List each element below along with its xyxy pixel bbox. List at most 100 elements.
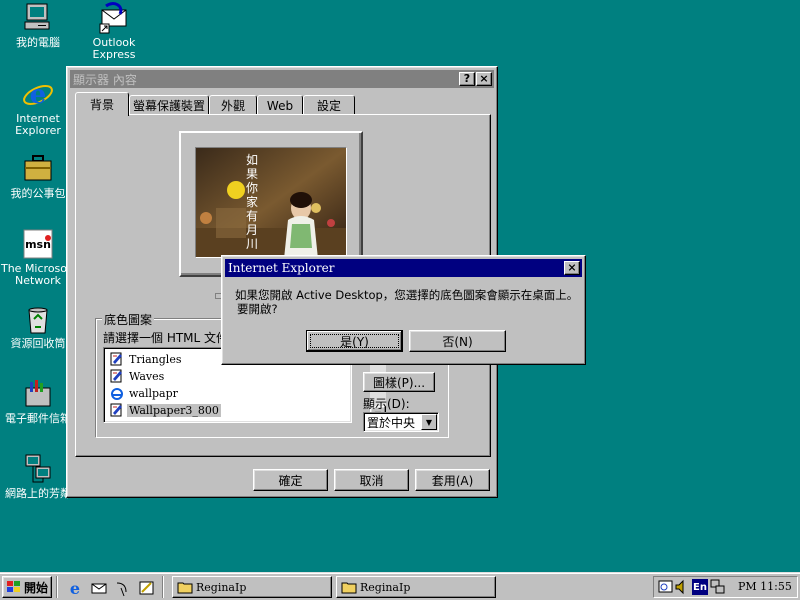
folder-icon <box>177 582 193 594</box>
tab-appearance[interactable]: 外觀 <box>209 95 257 115</box>
desktop-icon-recycle-bin[interactable]: 資源回收筒 <box>0 303 76 350</box>
apply-button[interactable]: 套用(A) <box>415 469 490 491</box>
desktop-icon-label: 我的電腦 <box>16 36 60 49</box>
ok-button[interactable]: 確定 <box>253 469 328 491</box>
desktop-icon-internet-explorer[interactable]: e Internet Explorer <box>0 78 76 137</box>
close-button[interactable]: × <box>476 72 492 86</box>
ie-dialog-title: Internet Explorer <box>228 261 335 275</box>
yes-button-label: 是(Y) <box>340 334 369 349</box>
quicklaunch-channels[interactable] <box>114 579 132 597</box>
window-title: 顯示器 內容 <box>73 72 137 87</box>
html-list-prompt: 請選擇一個 HTML 文件 <box>103 331 229 345</box>
network-icon <box>25 454 51 483</box>
wallpaper-group-label: 底色圖案 <box>102 311 155 328</box>
start-button[interactable]: 開始 <box>2 576 52 598</box>
taskbar-task[interactable]: ReginaIp <box>336 576 496 598</box>
desktop-icon-briefcase[interactable]: 我的公事包 <box>0 153 76 200</box>
svg-text:e: e <box>70 579 80 597</box>
close-icon: × <box>567 261 577 274</box>
wallpaper-caption-char: 月 <box>246 223 258 237</box>
tab-screen-saver[interactable]: 螢幕保護裝置 <box>129 95 209 115</box>
ie-document-icon <box>111 388 123 400</box>
wallpaper-caption-char: 川 <box>246 237 258 251</box>
help-icon: ? <box>463 72 471 85</box>
tab-label: 螢幕保護裝置 <box>132 99 205 113</box>
apply-button-label: 套用(A) <box>431 473 474 488</box>
quicklaunch-ie[interactable]: e <box>66 579 84 598</box>
taskbar-task[interactable]: ReginaIp <box>172 576 332 598</box>
system-tray: En PM 11:55 <box>653 576 798 598</box>
wallpaper-caption-char: 有 <box>246 209 258 223</box>
list-item-label: wallpapr <box>129 386 178 400</box>
tab-settings[interactable]: 設定 <box>303 95 355 115</box>
list-item-label: Wallpaper3_800 <box>127 403 221 417</box>
chevron-down-icon: ▼ <box>425 417 433 427</box>
windows-logo-icon <box>7 581 20 592</box>
html-document-icon <box>110 352 122 366</box>
desktop-icon-my-computer[interactable]: 我的電腦 <box>0 2 76 49</box>
desktop-icon-label: Internet Explorer <box>15 112 61 137</box>
outlook-express-icon <box>99 2 127 34</box>
desktop-icon-label: 資源回收筒 <box>10 337 66 350</box>
ok-button-label: 確定 <box>278 473 303 488</box>
yes-button[interactable]: 是(Y) <box>306 330 403 352</box>
display-mode-select[interactable]: 置於中央 ▼ <box>363 412 439 432</box>
wallpaper-image: 如 果 你 家 有 月 川 <box>196 148 346 257</box>
quicklaunch-show-desktop[interactable] <box>138 579 156 597</box>
recycle-bin-icon <box>28 307 48 334</box>
list-item[interactable]: Triangles <box>110 351 183 367</box>
svg-text:e: e <box>30 80 47 110</box>
volume-icon[interactable] <box>674 579 690 595</box>
ie-active-desktop-dialog: Internet Explorer × 如果您開啟 Active Desktop… <box>221 255 586 365</box>
pattern-button[interactable]: 圖樣(P)... <box>363 372 435 392</box>
desktop-icon-network-neighborhood[interactable]: 網路上的芳鄰 <box>0 453 76 500</box>
clock[interactable]: PM 11:55 <box>738 580 792 593</box>
no-button[interactable]: 否(N) <box>409 330 506 352</box>
tab-label: 背景 <box>89 98 114 112</box>
list-item[interactable]: wallpapr <box>110 385 180 401</box>
wallpaper-caption-char: 果 <box>246 167 258 181</box>
html-document-icon <box>110 369 122 383</box>
list-item-selected[interactable]: Wallpaper3_800 <box>110 402 221 418</box>
message-line: 如果您開啟 Active Desktop，您選擇的底色圖案會顯示在桌面上。 <box>235 288 579 302</box>
wallpaper-preview: 如 果 你 家 有 月 川 <box>195 147 347 258</box>
help-button[interactable]: ? <box>459 72 475 86</box>
cancel-button-label: 取消 <box>359 473 384 488</box>
internet-explorer-icon: e <box>70 579 80 598</box>
tab-label: 設定 <box>316 99 341 113</box>
folder-icon <box>341 582 357 594</box>
dropdown-button[interactable]: ▼ <box>421 414 437 430</box>
tab-label: 外觀 <box>220 99 245 113</box>
tab-background[interactable]: 背景 <box>75 92 129 116</box>
satellite-dish-icon <box>116 582 127 597</box>
close-icon: × <box>479 72 489 85</box>
desktop-icon-label: 網路上的芳鄰 <box>5 487 71 500</box>
close-button[interactable]: × <box>564 261 580 275</box>
quicklaunch-outlook[interactable] <box>90 579 108 597</box>
desktop-icon-label: Outlook Express <box>92 36 136 61</box>
desktop-icon-inbox[interactable]: 電子郵件信箱 <box>0 378 76 425</box>
ie-dialog-message: 如果您開啟 Active Desktop，您選擇的底色圖案會顯示在桌面上。 要開… <box>235 288 578 316</box>
language-indicator[interactable]: En <box>692 579 708 595</box>
html-document-icon <box>110 403 122 417</box>
list-item[interactable]: Waves <box>110 368 166 384</box>
start-label: 開始 <box>24 580 49 595</box>
ie-dialog-titlebar[interactable]: Internet Explorer × <box>225 259 582 277</box>
inbox-icon <box>25 380 51 407</box>
desktop-icon-msn[interactable]: msn The Microsoft Network <box>0 228 76 287</box>
wallpaper-caption-char: 如 <box>246 152 258 167</box>
cancel-button[interactable]: 取消 <box>334 469 409 491</box>
scheduler-icon[interactable] <box>658 579 674 595</box>
message-line: 要開啟? <box>237 302 278 316</box>
wallpaper-caption-char: 你 <box>246 181 258 195</box>
computer-icon <box>24 3 50 30</box>
outlook-express-icon <box>91 583 107 594</box>
network-tray-icon[interactable] <box>710 579 726 595</box>
desktop-icon-label: The Microsoft Network <box>0 262 75 287</box>
msn-icon: msn <box>23 229 53 259</box>
desktop-icon-label: 電子郵件信箱 <box>5 412 71 425</box>
display-mode-label: 顯示(D): <box>363 397 410 411</box>
tab-web[interactable]: Web <box>257 95 303 115</box>
desktop-icon-outlook-express[interactable]: Outlook Express <box>76 2 152 61</box>
display-properties-titlebar[interactable]: 顯示器 內容 ? × <box>70 70 494 88</box>
